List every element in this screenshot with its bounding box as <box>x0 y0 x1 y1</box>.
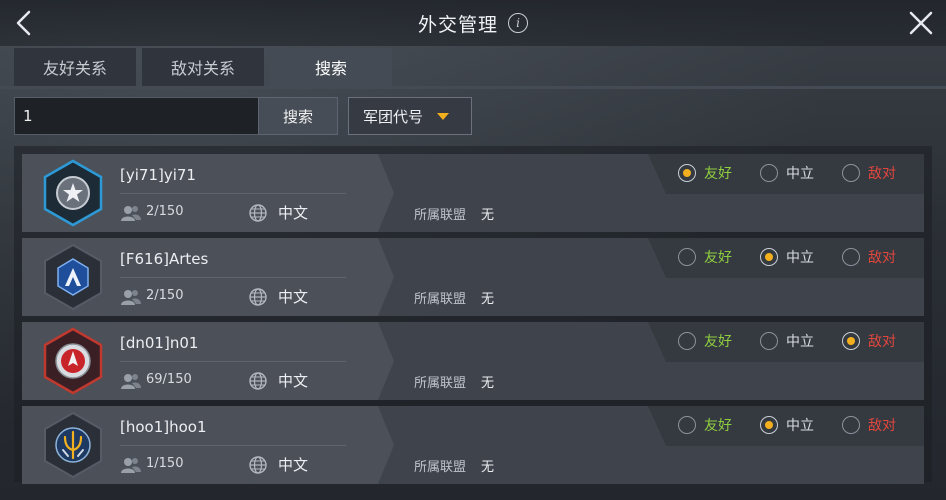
info-icon[interactable]: i <box>508 13 528 33</box>
tab-underline <box>0 86 946 89</box>
relation-friendly-option[interactable]: 友好 <box>678 415 732 435</box>
alliance-label: 所属联盟 <box>414 292 467 307</box>
tab-friendly-relations[interactable]: 友好关系 <box>14 48 136 86</box>
globe-icon <box>249 372 267 390</box>
relation-selector: 友好 中立 敌对 <box>648 154 924 194</box>
radio-button[interactable] <box>678 332 696 350</box>
result-row: [yi71]yi71 2/150 中文 所属联盟 无 友好 中立 敌对 <box>22 154 924 232</box>
result-row: [hoo1]hoo1 1/150 中文 所属联盟 无 友好 中立 敌对 <box>22 406 924 484</box>
search-input[interactable] <box>14 97 258 135</box>
tab-hostile-relations[interactable]: 敌对关系 <box>142 48 264 86</box>
relation-selector: 友好 中立 敌对 <box>648 238 924 278</box>
language: 中文 <box>278 456 309 474</box>
member-count: 1/150 <box>146 456 184 471</box>
close-icon <box>909 11 933 35</box>
radio-button[interactable] <box>842 164 860 182</box>
alliance-value: 无 <box>481 208 495 223</box>
radio-button[interactable] <box>842 332 860 350</box>
page-title: 外交管理 <box>417 13 498 36</box>
relation-neutral-option[interactable]: 中立 <box>760 331 814 351</box>
member-count: 2/150 <box>146 288 184 303</box>
radio-button[interactable] <box>678 164 696 182</box>
trident-emblem-icon <box>38 410 108 480</box>
relation-selector: 友好 中立 敌对 <box>648 406 924 446</box>
caret-down-icon <box>437 112 450 120</box>
language: 中文 <box>278 288 309 306</box>
star-emblem-icon <box>38 158 108 228</box>
top-bar: 外交管理 i <box>0 0 946 46</box>
members-icon <box>121 374 141 389</box>
radio-button[interactable] <box>678 248 696 266</box>
members-icon <box>121 290 141 305</box>
globe-icon <box>249 288 267 306</box>
members-icon <box>121 458 141 473</box>
member-count: 2/150 <box>146 204 184 219</box>
radio-button[interactable] <box>760 416 778 434</box>
alliance-value: 无 <box>481 376 495 391</box>
member-count: 69/150 <box>146 372 192 387</box>
search-filter-selected: 军团代号 <box>363 107 424 126</box>
relation-hostile-option[interactable]: 敌对 <box>842 331 896 351</box>
alliance-label: 所属联盟 <box>414 208 467 223</box>
relation-friendly-option[interactable]: 友好 <box>678 163 732 183</box>
alliance-label: 所属联盟 <box>414 460 467 475</box>
globe-icon <box>249 456 267 474</box>
radio-button[interactable] <box>842 416 860 434</box>
members-icon <box>121 206 141 221</box>
language: 中文 <box>278 372 309 390</box>
legion-name: [dn01]n01 <box>120 334 199 352</box>
language: 中文 <box>278 204 309 222</box>
search-filter-dropdown[interactable]: 军团代号 <box>348 97 472 135</box>
legion-name: [F616]Artes <box>120 250 209 268</box>
alliance-label: 所属联盟 <box>414 376 467 391</box>
radio-button[interactable] <box>760 332 778 350</box>
a-emblem-icon <box>38 242 108 312</box>
radio-button[interactable] <box>760 164 778 182</box>
tab-search[interactable]: 搜索 <box>270 48 392 86</box>
relation-hostile-option[interactable]: 敌对 <box>842 163 896 183</box>
radio-button[interactable] <box>842 248 860 266</box>
ship-emblem-icon <box>38 326 108 396</box>
search-button[interactable]: 搜索 <box>258 97 338 135</box>
alliance-value: 无 <box>481 460 495 475</box>
legion-name: [hoo1]hoo1 <box>120 418 207 436</box>
result-row: [F616]Artes 2/150 中文 所属联盟 无 友好 中立 敌对 <box>22 238 924 316</box>
alliance-value: 无 <box>481 292 495 307</box>
relation-hostile-option[interactable]: 敌对 <box>842 415 896 435</box>
relation-selector: 友好 中立 敌对 <box>648 322 924 362</box>
relation-friendly-option[interactable]: 友好 <box>678 247 732 267</box>
relation-hostile-option[interactable]: 敌对 <box>842 247 896 267</box>
globe-icon <box>249 204 267 222</box>
radio-button[interactable] <box>760 248 778 266</box>
radio-button[interactable] <box>678 416 696 434</box>
relation-neutral-option[interactable]: 中立 <box>760 247 814 267</box>
legion-name: [yi71]yi71 <box>120 166 196 184</box>
close-button[interactable] <box>904 6 938 40</box>
result-list: [yi71]yi71 2/150 中文 所属联盟 无 友好 中立 敌对 [F61… <box>14 146 932 484</box>
relation-friendly-option[interactable]: 友好 <box>678 331 732 351</box>
relation-neutral-option[interactable]: 中立 <box>760 163 814 183</box>
relation-neutral-option[interactable]: 中立 <box>760 415 814 435</box>
tab-bar: 友好关系 敌对关系 搜索 <box>14 48 392 86</box>
result-row: [dn01]n01 69/150 中文 所属联盟 无 友好 中立 敌对 <box>22 322 924 400</box>
